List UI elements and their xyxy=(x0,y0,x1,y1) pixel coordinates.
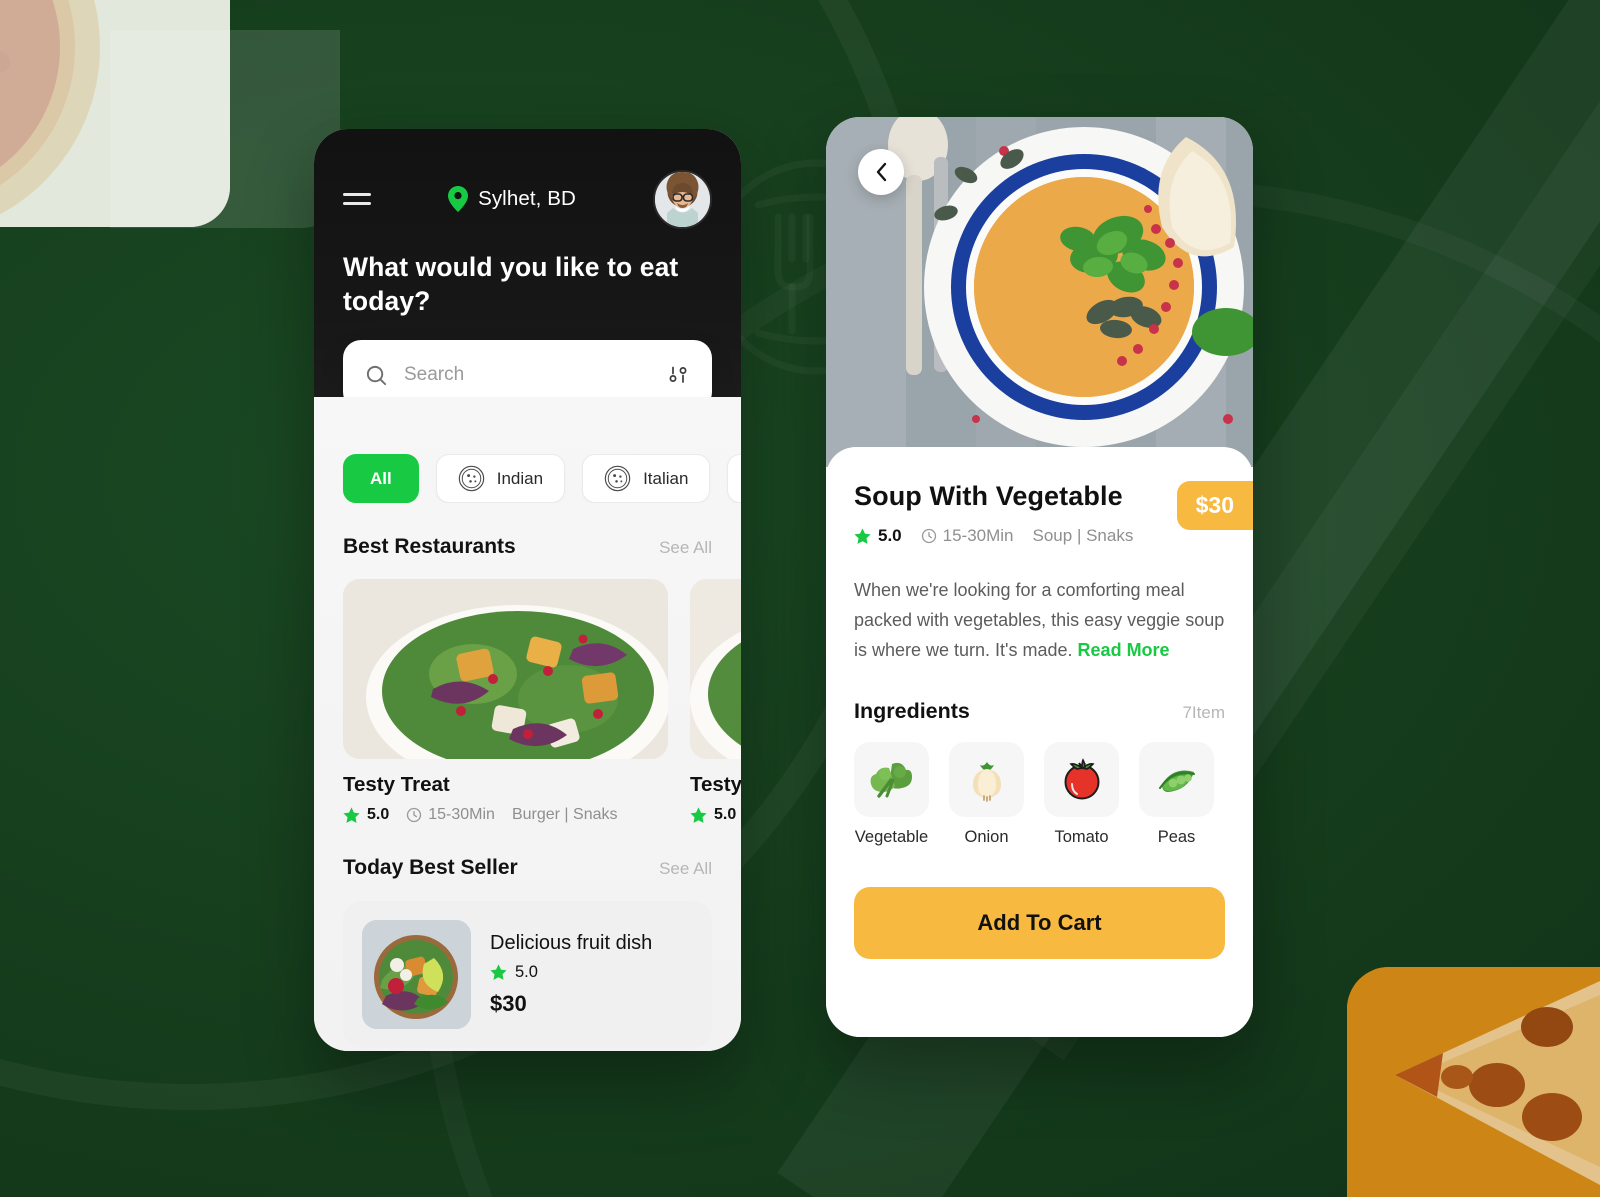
delivery-time: 15-30Min xyxy=(406,806,495,824)
category-chip-list[interactable]: All Indian Italian xyxy=(314,454,741,503)
dish-tags: Soup | Snaks xyxy=(1032,526,1134,545)
leafy-green-icon xyxy=(854,741,929,817)
category-chip-indian[interactable]: Indian xyxy=(435,454,566,503)
list-item[interactable]: Delicious fruit dish 5.0 $30 xyxy=(343,901,712,1048)
chevron-left-icon xyxy=(876,162,886,182)
ingredient-label: Vegetable xyxy=(854,827,929,846)
background xyxy=(0,0,1600,1197)
back-button[interactable] xyxy=(858,149,904,195)
restaurant-name: Testy Treat xyxy=(343,773,450,796)
filter-icon[interactable] xyxy=(668,364,690,386)
ingredient-peas[interactable]: Peas xyxy=(1139,741,1214,847)
ingredient-label: Tomato xyxy=(1054,827,1109,846)
location-label: Sylhet, BD xyxy=(478,187,576,210)
dish-title-row: Soup With Vegetable 5.0 15-30Min Soup | … xyxy=(854,481,1253,546)
see-all-today-best-seller[interactable]: See All xyxy=(659,859,712,879)
hamburger-icon[interactable] xyxy=(343,188,377,210)
ingredient-label: Onion xyxy=(964,827,1009,846)
search-input[interactable] xyxy=(404,364,652,386)
see-all-best-restaurants[interactable]: See All xyxy=(659,538,712,558)
home-content: All Indian Italian Best Restaurants See … xyxy=(314,397,741,1051)
location-indicator[interactable]: Sylhet, BD xyxy=(448,186,576,212)
seller-name: Delicious fruit dish xyxy=(490,932,653,954)
ingredient-vegetable[interactable]: Vegetable xyxy=(854,741,929,847)
background-glass-panel xyxy=(110,30,340,228)
delivery-time-value: 15-30Min xyxy=(428,806,495,823)
tomato-icon xyxy=(1044,741,1119,817)
rating-value: 5.0 xyxy=(367,806,390,823)
rating-value: 5.0 xyxy=(714,806,737,823)
onion-icon xyxy=(949,741,1024,817)
background-photo-pizza-bottom-right xyxy=(1347,967,1600,1197)
section-header-best-restaurants: Best Restaurants See All xyxy=(314,535,741,559)
page-title: What would you like to eat today? xyxy=(343,252,679,316)
rating: 5.0 xyxy=(690,806,736,824)
search-icon xyxy=(366,365,387,385)
section-header-today-best-seller: Today Best Seller See All xyxy=(314,856,741,880)
section-title: Best Restaurants xyxy=(343,535,516,558)
ingredients-header: Ingredients 7Item xyxy=(854,699,1225,724)
restaurant-image xyxy=(690,579,741,759)
ingredients-list: Vegetable Onion Tomato Peas xyxy=(854,741,1225,847)
ingredients-count: 7Item xyxy=(1182,702,1225,722)
rating: 5.0 xyxy=(343,806,389,824)
category-chip-all[interactable]: All xyxy=(343,454,419,503)
restaurant-card[interactable]: Testy Treat 5.0 15-30Min Burger xyxy=(343,579,668,824)
price-badge: $30 xyxy=(1176,481,1253,530)
delivery-time: 15-30Min xyxy=(921,526,1014,546)
category-label: Indian xyxy=(496,468,544,488)
rating: 5.0 xyxy=(854,526,902,546)
restaurant-name: Testy Treat xyxy=(690,773,741,796)
restaurant-card[interactable]: Testy Treat 5.0 15-30Min Burger xyxy=(690,579,741,824)
dish-title: Soup With Vegetable xyxy=(854,481,1123,511)
section-title: Today Best Seller xyxy=(343,856,518,879)
rating: 5.0 xyxy=(490,963,652,982)
star-icon xyxy=(490,964,507,980)
dish-hero-image xyxy=(826,117,1253,467)
phone-detail-screen: Soup With Vegetable 5.0 15-30Min Soup | … xyxy=(826,117,1253,1037)
rating-value: 5.0 xyxy=(878,526,902,545)
rating-value: 5.0 xyxy=(515,963,538,981)
restaurant-image xyxy=(343,579,668,759)
clock-icon xyxy=(921,528,936,544)
plate-icon xyxy=(458,465,484,492)
avatar[interactable] xyxy=(652,169,712,229)
delivery-time-value: 15-30Min xyxy=(942,526,1014,545)
restaurant-meta: 5.0 15-30Min Burger | Snaks xyxy=(690,806,741,824)
ingredient-label: Peas xyxy=(1157,827,1196,846)
price: $30 xyxy=(490,991,527,1016)
ingredient-onion[interactable]: Onion xyxy=(949,741,1024,847)
category-chip-italian[interactable]: Italian xyxy=(582,454,711,503)
clock-icon xyxy=(407,807,422,823)
category-label: All xyxy=(370,468,392,488)
star-icon xyxy=(690,806,707,823)
location-pin-icon xyxy=(448,186,469,212)
dish-description: When we're looking for a comforting meal… xyxy=(854,576,1225,666)
restaurant-tags: Burger | Snaks xyxy=(511,806,618,823)
seller-image xyxy=(362,920,471,1029)
ingredient-tomato[interactable]: Tomato xyxy=(1044,741,1119,847)
seller-info: Delicious fruit dish 5.0 $30 xyxy=(490,932,652,1017)
peas-icon xyxy=(1139,741,1214,817)
star-icon xyxy=(854,527,871,544)
read-more-link[interactable]: Read More xyxy=(1078,640,1170,660)
phone-home-screen: Sylhet, BD What would you like to eat to… xyxy=(314,129,741,1051)
restaurant-meta: 5.0 15-30Min Burger | Snaks xyxy=(343,806,668,824)
dish-meta: 5.0 15-30Min Soup | Snaks xyxy=(854,526,1133,546)
restaurant-card-list: Testy Treat 5.0 15-30Min Burger | Snaks … xyxy=(314,579,741,824)
add-to-cart-button[interactable]: Add To Cart xyxy=(854,886,1225,959)
star-icon xyxy=(343,806,360,823)
dish-detail-sheet: Soup With Vegetable 5.0 15-30Min Soup | … xyxy=(826,447,1253,1037)
category-chip-mexican[interactable]: Mexican xyxy=(727,454,741,503)
dish-heading-block: Soup With Vegetable 5.0 15-30Min Soup | … xyxy=(854,481,1133,546)
category-label: Italian xyxy=(643,468,689,488)
ingredients-title: Ingredients xyxy=(854,698,970,723)
plate-icon xyxy=(604,465,631,492)
